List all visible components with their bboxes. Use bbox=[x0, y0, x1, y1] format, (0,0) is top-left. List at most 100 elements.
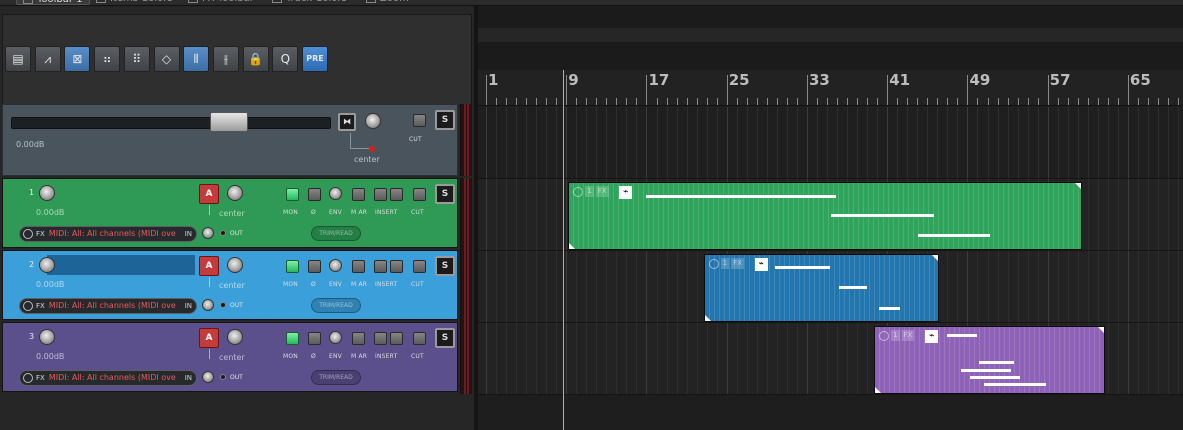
item-take-number[interactable]: 1 bbox=[720, 258, 730, 269]
input-knob[interactable] bbox=[202, 371, 214, 383]
quantize-icon[interactable]: Q bbox=[272, 46, 299, 72]
crossfade-icon[interactable]: ⊠ bbox=[64, 46, 91, 72]
tab-items-colors[interactable]: Items Colors bbox=[96, 0, 172, 5]
arrange-view[interactable]: 1 9 17 25 33 41 49 57 65 1 FX ⌁ 1 FX ⌁ 1 FX ⌁ bbox=[474, 6, 1183, 430]
input-selector[interactable]: FX MIDI: All: All channels (MIDI ove IN bbox=[19, 226, 197, 242]
track-pan-knob[interactable] bbox=[227, 329, 243, 345]
item-fx-button[interactable]: FX bbox=[731, 258, 744, 269]
insert-button-1[interactable] bbox=[374, 260, 387, 273]
phase-button[interactable] bbox=[308, 260, 321, 273]
automation-mode-button[interactable]: TRIM/READ bbox=[311, 298, 361, 313]
midi-note[interactable] bbox=[983, 382, 1046, 386]
midi-note[interactable] bbox=[960, 369, 1012, 373]
midi-note[interactable] bbox=[838, 286, 868, 290]
midi-note[interactable] bbox=[831, 213, 934, 217]
item-header[interactable]: 1 FX bbox=[879, 330, 916, 343]
item-fade-handle[interactable] bbox=[569, 243, 576, 249]
item-header[interactable]: 1 FX bbox=[573, 186, 610, 199]
monitor-button[interactable] bbox=[286, 188, 299, 201]
track-name-field[interactable] bbox=[47, 255, 195, 275]
marker-lane[interactable] bbox=[478, 28, 1183, 42]
item-power-icon[interactable] bbox=[879, 330, 890, 341]
tab-toolbar-1[interactable]: Toolbar 1 bbox=[16, 0, 90, 5]
item-envelope-icon[interactable]: ⌁ bbox=[925, 330, 939, 343]
input-knob[interactable] bbox=[202, 299, 214, 311]
cut-button[interactable] bbox=[413, 260, 426, 273]
track-name-field[interactable] bbox=[47, 327, 195, 347]
track-name-field[interactable] bbox=[47, 183, 195, 203]
master-stereo-icon[interactable]: ⧓ bbox=[338, 113, 356, 131]
timeline-ruler[interactable]: 1 9 17 25 33 41 49 57 65 bbox=[478, 70, 1183, 106]
snap-grid-icon[interactable]: ⦀ bbox=[183, 46, 210, 72]
midi-note[interactable] bbox=[775, 265, 830, 269]
item-envelope-icon[interactable]: ⌁ bbox=[754, 258, 768, 271]
fx-label[interactable]: FX bbox=[36, 302, 45, 310]
input-selector[interactable]: FX MIDI: All: All channels (MIDI ove IN bbox=[19, 298, 197, 314]
ripple-icon[interactable]: ⫲ bbox=[212, 46, 239, 72]
midi-note[interactable] bbox=[946, 333, 977, 337]
mute-button[interactable] bbox=[352, 188, 365, 201]
track-volume-knob[interactable] bbox=[39, 257, 55, 273]
item-fx-button[interactable]: FX bbox=[901, 330, 915, 341]
item-take-number[interactable]: 1 bbox=[891, 330, 900, 341]
input-selector[interactable]: FX MIDI: All: All channels (MIDI ove IN bbox=[19, 370, 197, 386]
insert-button-2[interactable] bbox=[390, 332, 403, 345]
tab-fx-toolbar[interactable]: FX Toolbar bbox=[188, 0, 254, 5]
midi-note[interactable] bbox=[978, 361, 1014, 364]
track-1[interactable]: 1 0.00dB A center MON Ø ENV M AR INSERT … bbox=[2, 178, 458, 248]
envelope-points-icon[interactable]: ◇ bbox=[153, 46, 180, 72]
item-power-icon[interactable] bbox=[573, 186, 584, 197]
mute-button[interactable] bbox=[352, 260, 365, 273]
phase-button[interactable] bbox=[308, 332, 321, 345]
midi-note[interactable] bbox=[969, 375, 1021, 379]
grid-icon[interactable]: ⠿ bbox=[123, 46, 150, 72]
tab-zoom[interactable]: Zoom bbox=[366, 0, 409, 5]
item-power-icon[interactable] bbox=[708, 258, 719, 269]
master-fader-knob[interactable] bbox=[210, 112, 248, 132]
fx-label[interactable]: FX bbox=[36, 230, 45, 238]
insert-button-2[interactable] bbox=[390, 260, 403, 273]
item-header[interactable]: 1 FX bbox=[708, 258, 746, 271]
cut-button[interactable] bbox=[413, 332, 426, 345]
master-lane[interactable] bbox=[478, 107, 1183, 179]
insert-button-1[interactable] bbox=[374, 332, 387, 345]
input-knob[interactable] bbox=[202, 227, 214, 239]
record-arm-button[interactable]: A bbox=[199, 256, 219, 276]
fx-label[interactable]: FX bbox=[36, 374, 45, 382]
env-knob[interactable] bbox=[329, 331, 342, 344]
env-knob[interactable] bbox=[329, 259, 342, 272]
group-icon[interactable]: ⠶ bbox=[94, 46, 121, 72]
lock-icon[interactable]: 🔒 bbox=[242, 46, 269, 72]
item-fade-handle[interactable] bbox=[932, 255, 939, 261]
item-envelope-icon[interactable]: ⌁ bbox=[619, 186, 633, 199]
master-volume-fader[interactable] bbox=[11, 117, 331, 129]
record-arm-button[interactable]: A bbox=[199, 328, 219, 348]
cut-button[interactable] bbox=[413, 188, 426, 201]
master-cut-button[interactable] bbox=[413, 114, 426, 127]
solo-button[interactable]: S bbox=[435, 256, 455, 276]
track-volume-knob[interactable] bbox=[39, 329, 55, 345]
power-icon[interactable] bbox=[23, 228, 33, 239]
dropdown-tray-icon[interactable]: ▤ bbox=[5, 46, 31, 72]
midi-item[interactable]: 1 FX ⌁ bbox=[874, 326, 1105, 394]
phase-button[interactable] bbox=[308, 188, 321, 201]
solo-button[interactable]: S bbox=[435, 184, 455, 204]
env-knob[interactable] bbox=[329, 187, 342, 200]
region-marker-lanes[interactable] bbox=[478, 6, 1183, 70]
item-fade-handle[interactable] bbox=[1074, 183, 1081, 189]
solo-button[interactable]: S bbox=[435, 328, 455, 348]
track-lanes[interactable]: 1 FX ⌁ 1 FX ⌁ 1 FX ⌁ bbox=[478, 107, 1183, 430]
edit-cursor[interactable] bbox=[563, 70, 564, 430]
midi-note[interactable] bbox=[646, 195, 837, 199]
item-fade-handle[interactable] bbox=[704, 315, 711, 321]
pre-icon[interactable]: PRE bbox=[302, 46, 328, 72]
power-icon[interactable] bbox=[23, 300, 33, 311]
track-2[interactable]: 2 0.00dB A center MON Ø ENV M AR INSERT … bbox=[2, 250, 458, 320]
automation-mode-button[interactable]: TRIM/READ bbox=[311, 370, 361, 385]
midi-item[interactable]: 1 FX ⌁ bbox=[703, 254, 940, 322]
mute-button[interactable] bbox=[352, 332, 365, 345]
master-solo-button[interactable]: S bbox=[435, 110, 455, 130]
item-fade-handle[interactable] bbox=[1097, 327, 1104, 333]
insert-button-2[interactable] bbox=[390, 188, 403, 201]
midi-item[interactable]: 1 FX ⌁ bbox=[568, 182, 1082, 250]
